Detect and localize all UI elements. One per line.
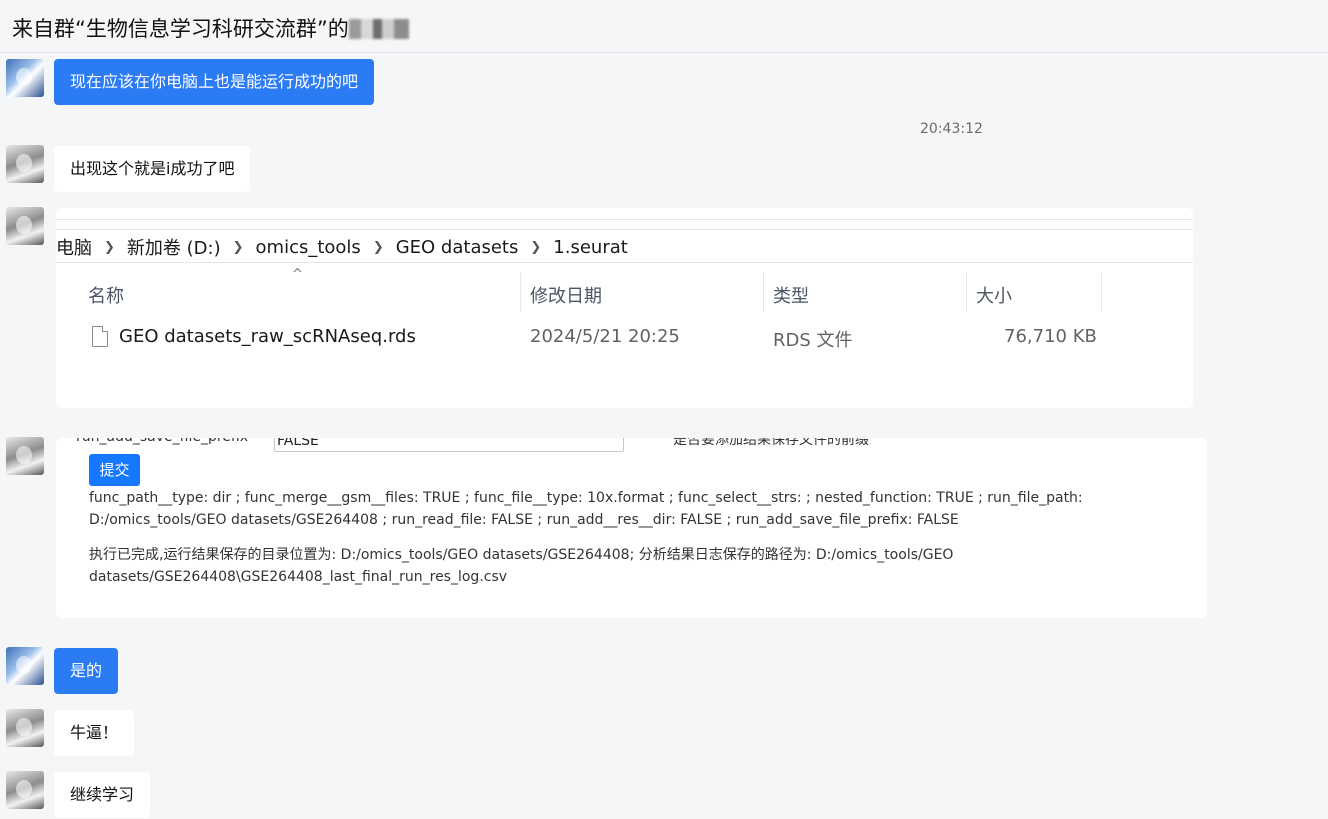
column-header-name: 名称 bbox=[88, 286, 124, 307]
column-divider bbox=[1101, 272, 1102, 312]
avatar[interactable] bbox=[6, 709, 44, 747]
breadcrumb-item: 新加卷 (D:) bbox=[126, 238, 221, 259]
avatar[interactable] bbox=[6, 647, 44, 685]
chevron-right-icon: ❯ bbox=[232, 239, 244, 255]
avatar[interactable] bbox=[6, 771, 44, 809]
avatar[interactable] bbox=[6, 145, 44, 183]
completion-message: 执行已完成,运行结果保存的目录位置为: D:/omics_tools/GEO d… bbox=[89, 547, 954, 585]
breadcrumb-item: GEO datasets bbox=[395, 236, 519, 258]
column-divider bbox=[520, 272, 521, 312]
divider bbox=[56, 219, 1193, 220]
column-header-type: 类型 bbox=[773, 286, 809, 307]
submit-button: 提交 bbox=[89, 454, 140, 486]
message-timestamp: 20:43:12 bbox=[920, 121, 983, 137]
field-label: run_add_save_file_prefix bbox=[76, 438, 248, 445]
chat-title: 来自群“生物信息学习科研交流群”的 bbox=[12, 13, 409, 43]
chat-header: 来自群“生物信息学习科研交流群”的 bbox=[0, 0, 1328, 53]
avatar[interactable] bbox=[6, 437, 44, 475]
column-header-size: 大小 bbox=[976, 286, 1012, 307]
file-modified: 2024/5/21 20:25 bbox=[530, 326, 680, 347]
divider bbox=[56, 262, 1193, 263]
breadcrumb: 电脑 ❯ 新加卷 (D:) ❯ omics_tools ❯ GEO datase… bbox=[56, 234, 628, 260]
chevron-right-icon: ❯ bbox=[530, 239, 542, 255]
column-header-modified: 修改日期 bbox=[530, 286, 602, 307]
params-summary: func_path__type: dir ; func_merge__gsm__… bbox=[89, 490, 1083, 528]
file-type: RDS 文件 bbox=[773, 330, 853, 351]
message-bubble: 继续学习 bbox=[54, 772, 151, 818]
avatar[interactable] bbox=[6, 59, 44, 97]
breadcrumb-item: 电脑 bbox=[56, 238, 92, 259]
column-divider bbox=[966, 272, 967, 312]
prefix-input: FALSE bbox=[274, 438, 624, 452]
blurred-contact-name bbox=[348, 19, 409, 39]
image-message-run-result[interactable]: run_add_save_file_prefix FALSE 是否要添加结果保存… bbox=[56, 438, 1207, 618]
chat-title-text: 来自群“生物信息学习科研交流群”的 bbox=[12, 17, 349, 41]
chevron-right-icon: ❯ bbox=[372, 239, 384, 255]
sort-up-icon: ^ bbox=[292, 267, 303, 282]
message-bubble: 出现这个就是i成功了吧 bbox=[54, 146, 251, 192]
file-icon bbox=[92, 326, 108, 347]
breadcrumb-item: omics_tools bbox=[255, 236, 361, 258]
breadcrumb-item: 1.seurat bbox=[553, 236, 628, 258]
chevron-right-icon: ❯ bbox=[104, 239, 115, 255]
file-size: 76,710 KB bbox=[1004, 326, 1097, 347]
message-bubble: 现在应该在你电脑上也是能运行成功的吧 bbox=[54, 59, 375, 105]
file-name: GEO datasets_raw_scRNAseq.rds bbox=[119, 326, 416, 347]
message-bubble: 牛逼！ bbox=[54, 710, 135, 756]
column-divider bbox=[763, 272, 764, 312]
message-bubble: 是的 bbox=[54, 648, 119, 694]
divider bbox=[56, 229, 1193, 230]
field-description: 是否要添加结果保存文件的前缀 bbox=[673, 438, 869, 448]
image-message-file-explorer[interactable]: 电脑 ❯ 新加卷 (D:) ❯ omics_tools ❯ GEO datase… bbox=[56, 208, 1193, 408]
avatar[interactable] bbox=[6, 207, 44, 245]
